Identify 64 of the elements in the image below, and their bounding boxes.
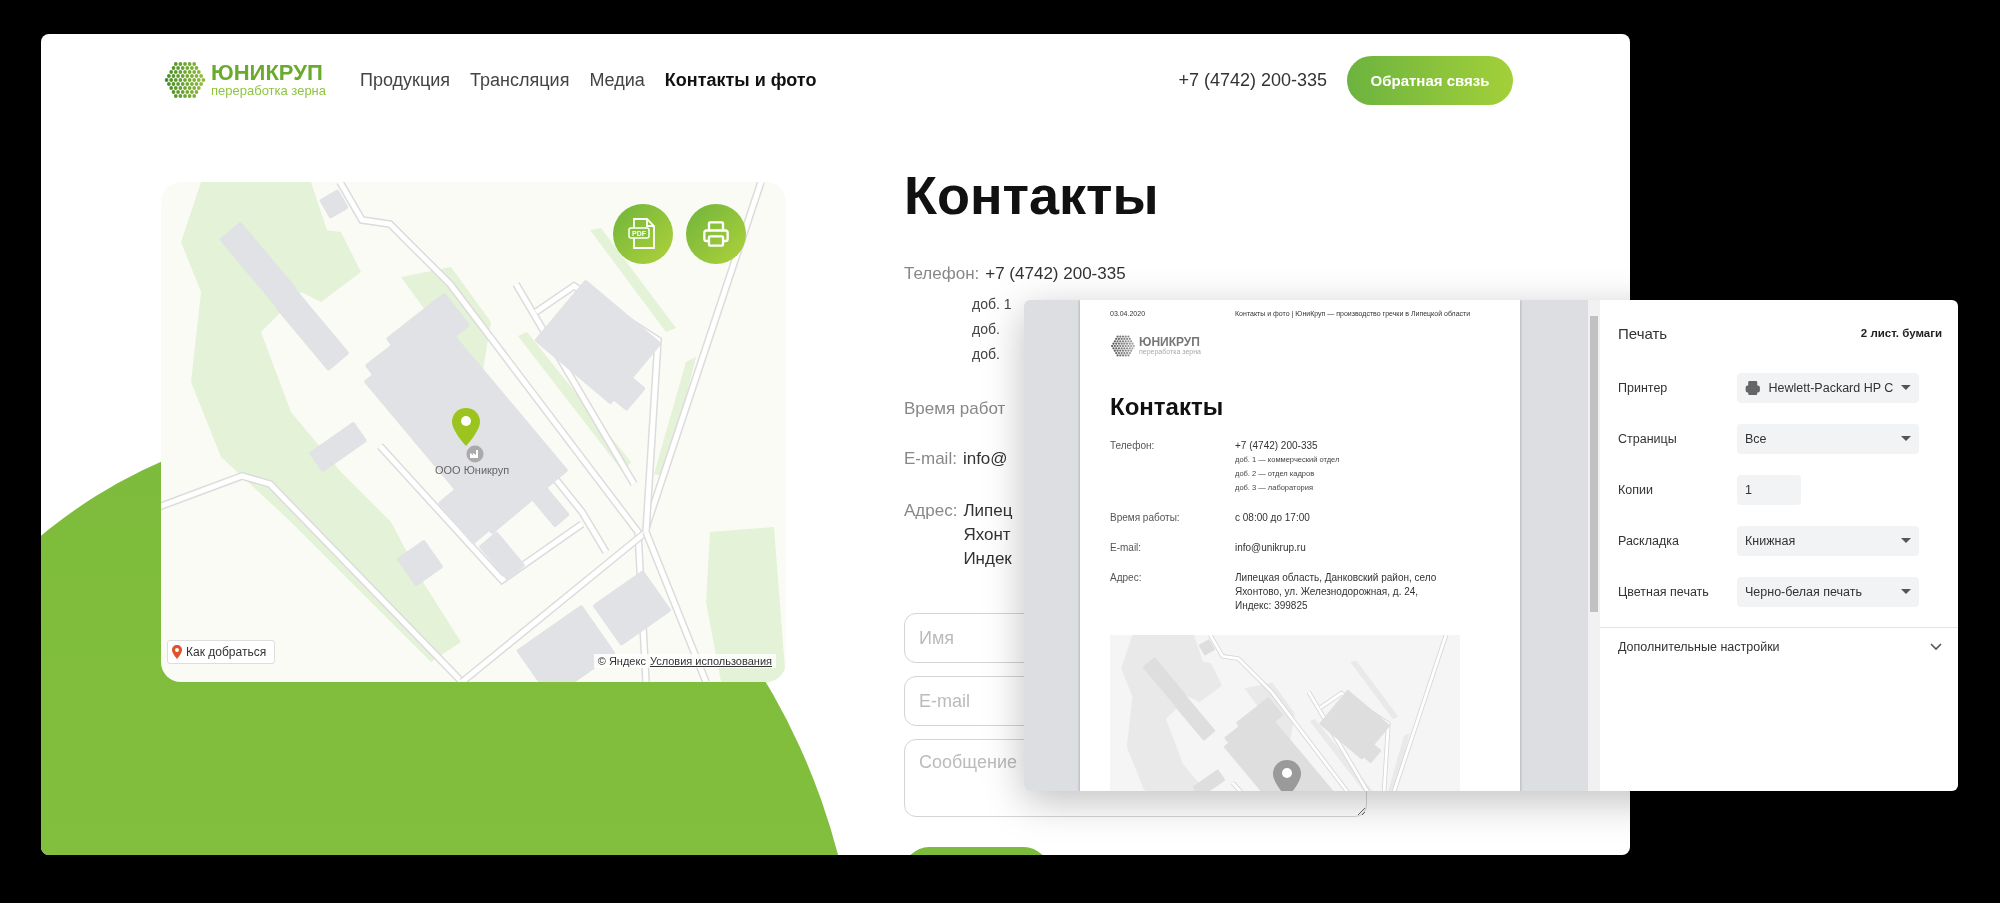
option-label: Цветная печать [1618,584,1710,599]
copyright-text: © Яндекс [597,655,646,667]
sheet-count: 2 лист. бумаги [1860,327,1942,339]
address-line: Яхонт [963,524,1012,546]
nav-link[interactable]: Медиа [589,69,645,91]
option-label: Копии [1618,482,1654,497]
preview-label: Время работы: [1110,511,1181,525]
scrollbar[interactable] [1588,300,1600,791]
caret-icon [1901,384,1911,391]
email-value: info@ [962,448,1008,470]
preview-value: с 08:00 до 17:00 [1235,511,1311,525]
extension-text: доб. [972,320,1000,339]
preview-title: Контакты [1110,393,1225,421]
caret-icon [1901,537,1911,544]
address-label: Адрес: [904,500,958,522]
location-pin-icon [172,645,182,659]
phone-value: +7 (4742) 200-335 [985,263,1126,285]
dropdown-select[interactable]: Все [1737,423,1919,454]
preview-value: +7 (4742) 200-335 [1235,439,1319,453]
dropdown-select[interactable]: Книжная [1737,525,1919,556]
caret-icon [1901,435,1911,442]
hours-label: Время работ [904,398,1006,420]
email-label: E-mail: [904,448,957,470]
logo-name: ЮНИКРУП [1139,336,1201,349]
dropdown-select[interactable]: Черно-белая печать [1737,576,1919,607]
nav-link[interactable]: Контакты и фото [664,69,817,91]
caret-icon [1901,588,1911,595]
print-title: Печать [1618,324,1668,342]
printer-select[interactable]: Hewlett-Packard HP C [1737,372,1919,403]
terms-link[interactable]: Условия использования [649,655,772,667]
place-label: ООО Юникруп [435,464,510,476]
extension-text: доб. 1 [972,295,1012,314]
logo-name: ЮНИКРУП [211,61,324,84]
more-settings-toggle[interactable]: Дополнительные настройки [1600,628,1958,666]
logo-tagline: переработка зерна [211,83,327,99]
nav-link[interactable]: Продукция [360,69,451,91]
map-pin-icon [1272,759,1302,791]
preview-value: info@unikrup.ru [1235,541,1307,555]
phone-link[interactable]: +7 (4742) 200-335 [1178,69,1327,91]
route-button[interactable]: Как добраться [167,640,276,664]
logo-icon [1110,333,1136,359]
park-area [1386,733,1410,791]
option-label: Страницы [1618,431,1678,446]
building [318,188,350,220]
extension-text: доб. [972,345,1000,364]
map-pin-icon [451,407,481,447]
nav-link[interactable]: Трансляция [470,69,570,91]
option-label: Принтер [1618,380,1669,395]
scrollbar-thumb[interactable] [1590,316,1598,612]
park-area [1350,660,1399,719]
printer-icon [1745,379,1761,396]
phone-label: Телефон: [904,263,980,285]
preview-label: Телефон: [1110,439,1156,453]
preview-label: Адрес: [1110,571,1143,585]
page-title: Контакты [904,164,1160,226]
address-line: Индек [963,548,1013,570]
address-line: Липец [963,500,1013,522]
option-label: Раскладка [1618,533,1680,548]
building [1198,638,1216,656]
preview-value: Липецкая область, Данковский район, село Яхонтово, ул. Железнодорожная, д. 24, Индекс: 399825 [1235,571,1438,613]
copies-field[interactable]: 1 [1737,474,1801,505]
factory-icon [466,445,484,463]
preview-label: E-mail: [1110,541,1143,555]
printer-icon [702,220,730,248]
